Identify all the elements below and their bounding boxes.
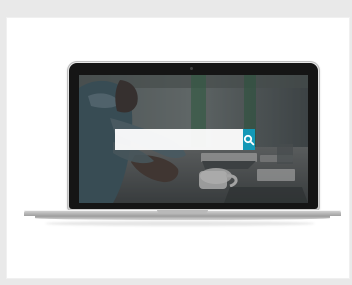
- laptop-hinge-notch: [157, 210, 208, 213]
- laptop-shadow: [45, 221, 315, 226]
- laptop-base-bottom: [35, 216, 330, 220]
- laptop-mockup: [20, 61, 341, 226]
- page: [0, 0, 352, 285]
- search-input[interactable]: [115, 129, 243, 150]
- webcam-dot: [190, 67, 193, 70]
- search-bar[interactable]: [115, 129, 255, 150]
- laptop-lid: [67, 61, 320, 211]
- search-button[interactable]: [243, 129, 255, 150]
- screen-bezel: [69, 63, 318, 209]
- laptop-screen: [79, 75, 308, 203]
- search-icon: [243, 134, 255, 145]
